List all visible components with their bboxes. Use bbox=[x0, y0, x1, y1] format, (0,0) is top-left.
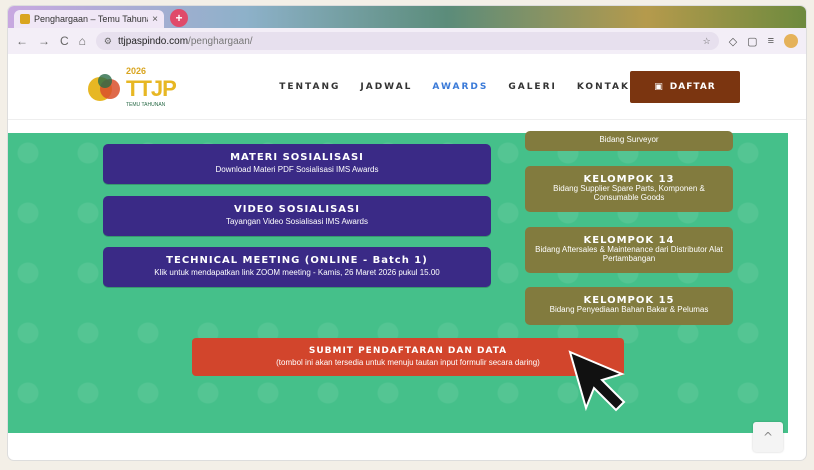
new-tab-button[interactable]: + bbox=[170, 9, 188, 27]
mouse-cursor-icon bbox=[568, 350, 626, 412]
forward-icon[interactable]: → bbox=[38, 34, 50, 48]
site-logo[interactable]: 2026 TTJP TEMU TAHUNAN bbox=[86, 65, 179, 109]
kelompok-13-button[interactable]: KELOMPOK 13 Bidang Supplier Spare Parts,… bbox=[525, 166, 733, 212]
materi-sosialisasi-button[interactable]: MATERI SOSIALISASI Download Materi PDF S… bbox=[103, 144, 491, 184]
url-host: ttjpaspindo.com bbox=[118, 35, 189, 47]
button-subtitle: (tombol ini akan tersedia untuk menuju t… bbox=[276, 358, 540, 367]
button-subtitle: Bidang Penyediaan Bahan Bakar & Pelumas bbox=[549, 305, 709, 314]
tab-title: Penghargaan – Temu Tahunan bbox=[34, 14, 149, 24]
tab-search-icon[interactable]: ≡ bbox=[768, 35, 774, 47]
menu-item-galeri[interactable]: GALERI bbox=[508, 82, 557, 92]
daftar-button[interactable]: ▣ DAFTAR bbox=[630, 70, 740, 103]
logo-mark-icon bbox=[86, 69, 124, 105]
logo-subtitle: TEMU TAHUNAN bbox=[126, 101, 166, 108]
reload-icon[interactable]: C bbox=[60, 34, 69, 48]
menu-item-awards[interactable]: AWARDS bbox=[432, 82, 488, 92]
main-menu: TENTANG JADWAL AWARDS GALERI KONTAK bbox=[279, 82, 630, 92]
button-subtitle: Bidang Supplier Spare Parts, Komponen & … bbox=[553, 184, 705, 202]
logo-year: 2026 bbox=[126, 65, 147, 76]
tab-bar: Penghargaan – Temu Tahunan × + bbox=[8, 6, 806, 28]
address-bar-row: ← → C ⌂ ⚙ ttjpaspindo.com/penghargaan/ ☆… bbox=[8, 28, 806, 54]
bookmark-star-icon[interactable]: ☆ bbox=[703, 36, 711, 47]
browser-tab[interactable]: Penghargaan – Temu Tahunan × bbox=[14, 10, 164, 28]
logo-text: TTJP bbox=[126, 75, 177, 101]
reading-list-icon[interactable]: ▢ bbox=[747, 35, 757, 48]
profile-avatar[interactable] bbox=[784, 34, 798, 48]
url-field[interactable]: ⚙ ttjpaspindo.com/penghargaan/ ☆ bbox=[95, 32, 719, 50]
button-subtitle: Bidang Aftersales & Maintenance dari Dis… bbox=[535, 245, 723, 263]
button-subtitle: Bidang Surveyor bbox=[599, 135, 659, 144]
home-icon[interactable]: ⌂ bbox=[79, 34, 86, 48]
button-title: TECHNICAL MEETING (ONLINE - Batch 1) bbox=[166, 255, 428, 266]
button-title: VIDEO SOSIALISASI bbox=[234, 204, 360, 215]
site-info-icon[interactable]: ⚙ bbox=[104, 36, 112, 47]
site-header: 2026 TTJP TEMU TAHUNAN TENTANG JADWAL AW… bbox=[8, 54, 806, 120]
kelompok-15-button[interactable]: KELOMPOK 15 Bidang Penyediaan Bahan Baka… bbox=[525, 287, 733, 325]
daftar-label: DAFTAR bbox=[669, 81, 716, 92]
scroll-to-top-button[interactable]: ^ bbox=[753, 422, 783, 452]
button-title: SUBMIT PENDAFTARAN DAN DATA bbox=[308, 346, 508, 356]
video-sosialisasi-button[interactable]: VIDEO SOSIALISASI Tayangan Video Sosiali… bbox=[103, 196, 491, 236]
menu-item-kontak[interactable]: KONTAK bbox=[577, 82, 630, 92]
button-subtitle: Download Materi PDF Sosialisasi IMS Awar… bbox=[215, 165, 379, 174]
url-path: /penghargaan/ bbox=[188, 35, 253, 47]
extensions-icon[interactable]: ◇ bbox=[729, 35, 737, 48]
awards-section: MATERI SOSIALISASI Download Materi PDF S… bbox=[8, 131, 788, 433]
back-icon[interactable]: ← bbox=[16, 34, 28, 48]
button-subtitle: Klik untuk mendapatkan link ZOOM meeting… bbox=[154, 268, 440, 277]
menu-item-jadwal[interactable]: JADWAL bbox=[360, 82, 412, 92]
button-title: MATERI SOSIALISASI bbox=[230, 152, 364, 163]
register-icon: ▣ bbox=[654, 81, 664, 92]
kelompok-surveyor-button[interactable]: Bidang Surveyor bbox=[525, 131, 733, 151]
technical-meeting-button[interactable]: TECHNICAL MEETING (ONLINE - Batch 1) Kli… bbox=[103, 247, 491, 287]
kelompok-14-button[interactable]: KELOMPOK 14 Bidang Aftersales & Maintena… bbox=[525, 227, 733, 273]
favicon-icon bbox=[20, 14, 30, 24]
close-tab-icon[interactable]: × bbox=[152, 14, 158, 25]
button-subtitle: Tayangan Video Sosialisasi IMS Awards bbox=[225, 217, 368, 226]
submit-pendaftaran-button[interactable]: SUBMIT PENDAFTARAN DAN DATA (tombol ini … bbox=[192, 338, 624, 376]
menu-item-tentang[interactable]: TENTANG bbox=[279, 82, 340, 92]
